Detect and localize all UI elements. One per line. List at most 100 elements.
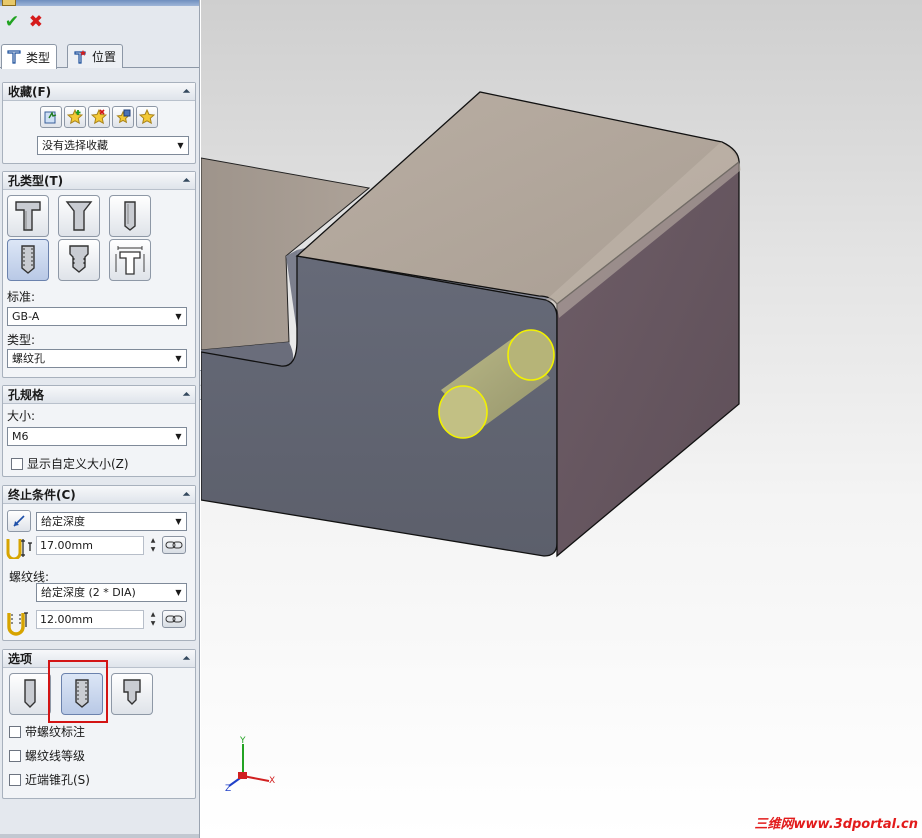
- standard-select[interactable]: GB-A ▼: [7, 307, 187, 326]
- favorites-header[interactable]: 收藏(F) ⏶: [3, 83, 195, 101]
- checkbox-box[interactable]: [9, 749, 21, 762]
- pipe-tap-icon: [69, 245, 89, 273]
- x-axis-label: X: [269, 776, 276, 786]
- link-icon: [165, 615, 183, 623]
- hole-depth-input[interactable]: 17.00mm: [36, 536, 144, 555]
- hole-type-icon: [6, 49, 22, 65]
- custom-size-checkbox[interactable]: 显示自定义大小(Z): [11, 455, 129, 472]
- tap-drill-button[interactable]: [9, 673, 51, 715]
- chevron-up-icon[interactable]: ⏶: [183, 490, 190, 500]
- hole-type-header[interactable]: 孔类型(T) ⏶: [3, 172, 195, 190]
- hole-wizard-icon: [2, 0, 16, 6]
- end-condition-group: 终止条件(C) ⏶ 给定深度 ▼ 17.00mm ▲ ▼ 螺纹线: 给定深度 (2…: [2, 485, 196, 641]
- hole-depth-spinner[interactable]: ▲ ▼: [148, 536, 158, 555]
- legacy-hole-button[interactable]: [109, 239, 151, 281]
- chevron-up-icon[interactable]: ⏶: [183, 176, 190, 186]
- save-favorite-icon: [116, 109, 131, 124]
- thread-depth-input[interactable]: 12.00mm: [36, 610, 144, 629]
- hole-depth-icon: [6, 537, 34, 562]
- counterbore-button[interactable]: [7, 195, 49, 237]
- thread-depth-value: 12.00mm: [40, 613, 93, 626]
- tapped-hole-button[interactable]: [7, 239, 49, 281]
- chevron-down-icon[interactable]: ▼: [173, 137, 188, 154]
- simple-hole-button[interactable]: [109, 195, 151, 237]
- thread-class-checkbox[interactable]: 螺纹线等级: [9, 747, 85, 764]
- legacy-hole-icon: [115, 246, 145, 275]
- thread-class-label: 螺纹线等级: [25, 749, 86, 763]
- close-icon[interactable]: ✖: [26, 12, 46, 32]
- chevron-down-icon[interactable]: ▼: [171, 350, 186, 367]
- end-condition-select-value: 给定深度: [41, 515, 85, 528]
- favorites-title: 收藏(F): [8, 85, 52, 99]
- end-condition-header[interactable]: 终止条件(C) ⏶: [3, 486, 195, 504]
- reverse-direction-button[interactable]: [7, 510, 31, 532]
- load-favorite-icon: [139, 109, 155, 125]
- counterbore-icon: [15, 201, 41, 231]
- hole-depth-link-button[interactable]: [162, 536, 186, 554]
- tab-type-label: 类型: [26, 50, 51, 65]
- hole-type-title: 孔类型(T): [8, 174, 64, 188]
- tap-drill-icon: [24, 679, 36, 708]
- standard-label: 标准:: [7, 290, 36, 304]
- favorites-select[interactable]: 没有选择收藏 ▼: [37, 136, 189, 155]
- checkbox-box[interactable]: [9, 725, 21, 738]
- options-title: 选项: [8, 652, 33, 666]
- favorites-select-value: 没有选择收藏: [42, 139, 108, 152]
- tab-strip: 类型 位置: [0, 44, 199, 69]
- type-select-value: 螺纹孔: [12, 352, 45, 365]
- size-label: 大小:: [7, 409, 36, 423]
- add-favorite-icon: [67, 109, 83, 125]
- apply-defaults-button[interactable]: [40, 106, 62, 128]
- countersink-button[interactable]: [58, 195, 100, 237]
- simple-hole-icon: [124, 201, 136, 231]
- watermark-text: 三维网www.3dportal.cn: [754, 817, 918, 832]
- size-select[interactable]: M6 ▼: [7, 427, 187, 446]
- remove-thread-button[interactable]: [111, 673, 153, 715]
- hole-outer-edge: [438, 385, 488, 439]
- delete-favorite-button[interactable]: [88, 106, 110, 128]
- hole-depth-value: 17.00mm: [40, 539, 93, 552]
- y-axis-label: Y: [240, 736, 246, 746]
- load-favorite-button[interactable]: [136, 106, 158, 128]
- property-manager: ✔ ✖ 类型 位置 收藏(F) ⏶ 没有选择收藏 ▼ 孔类型(T) ⏶ 标准: …: [0, 0, 200, 838]
- thread-depth-icon: [6, 610, 32, 639]
- hole-type-group: 孔类型(T) ⏶ 标准: GB-A ▼ 类型: 螺纹孔 ▼: [2, 171, 196, 378]
- chevron-up-icon[interactable]: ⏶: [183, 654, 190, 664]
- end-condition-title: 终止条件(C): [8, 488, 76, 502]
- thread-depth-link-button[interactable]: [162, 610, 186, 628]
- save-favorite-button[interactable]: [112, 106, 134, 128]
- near-side-countersink-checkbox[interactable]: 近端锥孔(S): [9, 771, 90, 788]
- reverse-direction-icon: [13, 515, 25, 527]
- thread-condition-select[interactable]: 给定深度 (2 * DIA) ▼: [36, 583, 187, 602]
- countersink-icon: [65, 201, 93, 231]
- tab-type[interactable]: 类型: [1, 44, 58, 69]
- checkbox-box[interactable]: [9, 773, 21, 786]
- thread-condition-select-value: 给定深度 (2 * DIA): [41, 586, 136, 599]
- part-model[interactable]: [201, 0, 922, 838]
- chevron-up-icon[interactable]: ⏶: [183, 390, 190, 400]
- tab-position-label: 位置: [92, 50, 117, 64]
- pipe-tap-button[interactable]: [58, 239, 100, 281]
- z-axis-label: Z: [225, 784, 232, 794]
- panel-scrollbar[interactable]: [0, 834, 199, 838]
- chevron-down-icon[interactable]: ▼: [171, 428, 186, 445]
- checkbox-box[interactable]: [11, 457, 23, 470]
- tab-position[interactable]: 位置: [67, 44, 124, 68]
- chevron-down-icon[interactable]: ▼: [171, 308, 186, 325]
- thread-callout-checkbox[interactable]: 带螺纹标注: [9, 723, 85, 740]
- type-select[interactable]: 螺纹孔 ▼: [7, 349, 187, 368]
- panel-title-bar: [0, 0, 199, 6]
- hole-spec-title: 孔规格: [8, 388, 45, 402]
- add-favorite-button[interactable]: [64, 106, 86, 128]
- near-side-countersink-label: 近端锥孔(S): [25, 773, 90, 787]
- hole-spec-header[interactable]: 孔规格 ⏶: [3, 386, 195, 404]
- link-icon: [165, 541, 183, 549]
- thread-depth-spinner[interactable]: ▲ ▼: [148, 610, 158, 629]
- chevron-down-icon[interactable]: ▼: [171, 584, 186, 601]
- end-condition-select[interactable]: 给定深度 ▼: [36, 512, 187, 531]
- check-icon[interactable]: ✔: [2, 12, 22, 32]
- chevron-up-icon[interactable]: ⏶: [183, 87, 190, 97]
- chevron-down-icon[interactable]: ▼: [171, 513, 186, 530]
- standard-select-value: GB-A: [12, 310, 40, 323]
- graphics-area[interactable]: Y X Z 三维网www.3dportal.cn: [201, 0, 922, 838]
